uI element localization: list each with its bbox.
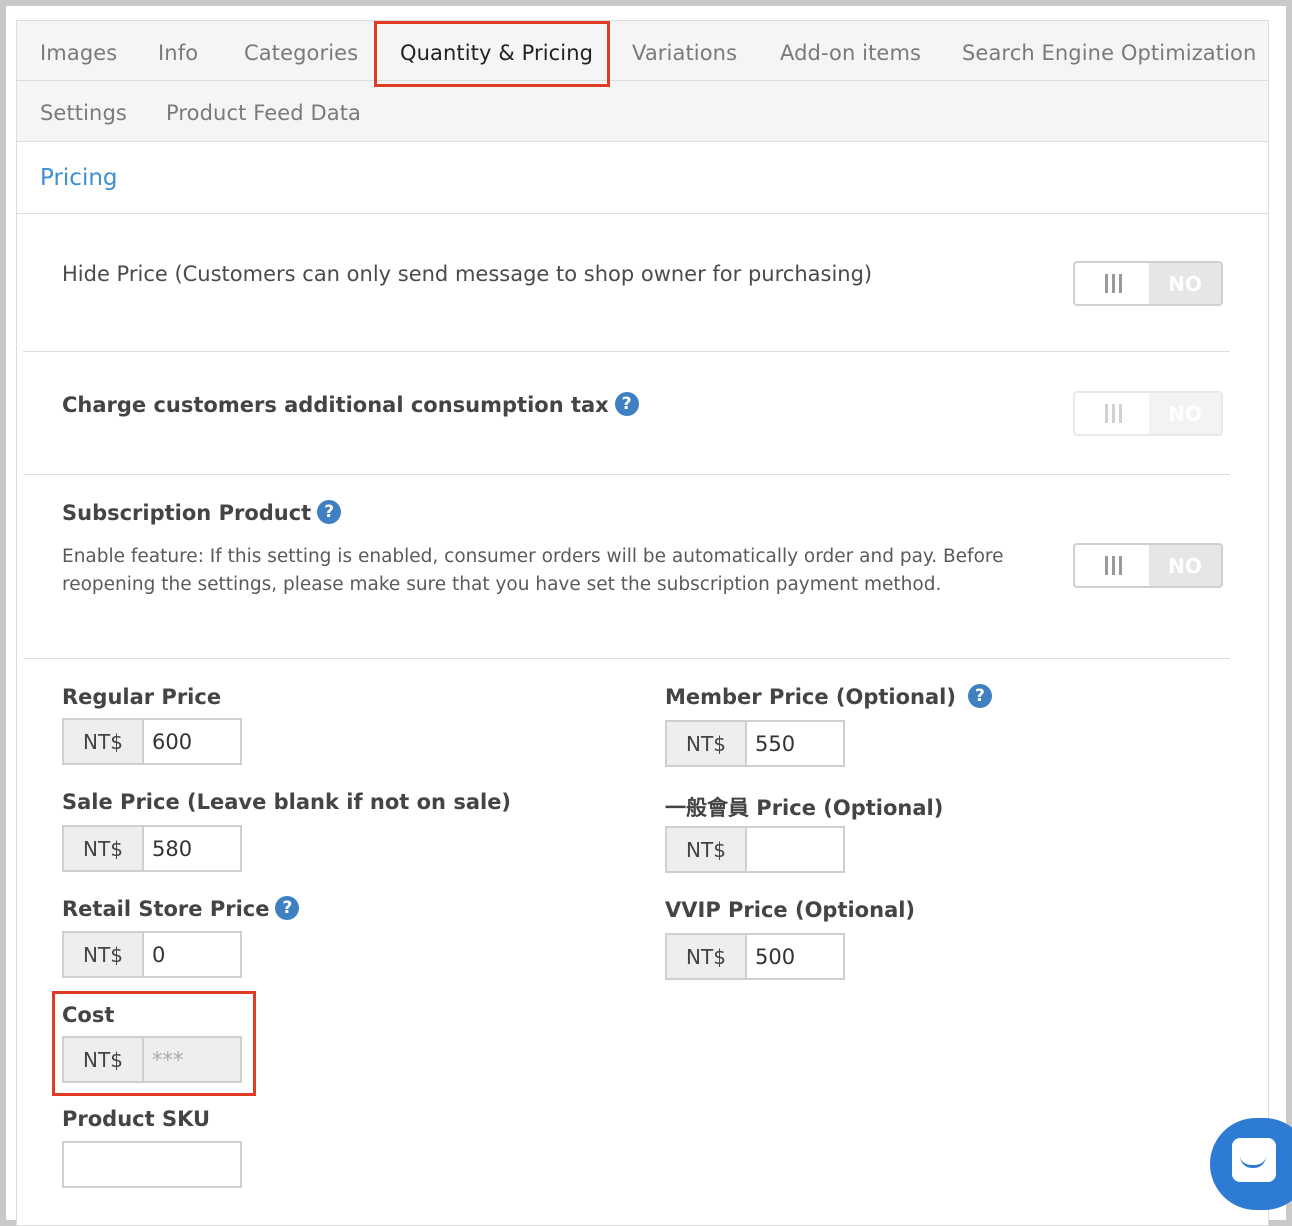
toggle-handle [1075,393,1151,434]
subscription-text: Subscription Product [62,501,312,525]
chat-icon [1232,1138,1276,1182]
hide-price-toggle[interactable]: NO [1073,261,1223,306]
tab-quantity-pricing[interactable]: Quantity & Pricing [400,21,593,81]
vvip-price-field: NT$ [665,933,845,980]
currency-addon: NT$ [64,720,144,763]
currency-addon: NT$ [64,827,144,870]
regular-price-input[interactable] [144,720,240,763]
toggle-state: NO [1149,393,1221,434]
vvip-price-label: VVIP Price (Optional) [665,898,916,922]
tab-add-on-items[interactable]: Add-on items [780,21,921,81]
general-member-price-field: NT$ [665,826,845,873]
sale-price-label: Sale Price (Leave blank if not on sale) [62,790,512,814]
retail-price-text: Retail Store Price [62,897,270,921]
currency-addon: NT$ [667,828,747,871]
chat-launcher-button[interactable] [1210,1118,1292,1210]
consumption-tax-toggle[interactable]: NO [1073,391,1223,436]
sku-label: Product SKU [62,1107,211,1131]
retail-price-input[interactable] [144,933,240,976]
subscription-label: Subscription Product? [62,500,342,526]
sku-field [62,1141,242,1188]
subscription-toggle[interactable]: NO [1073,543,1223,588]
subscription-desc-line2: reopening the settings, please make sure… [62,574,942,595]
tab-row-2: Settings Product Feed Data [17,81,1268,141]
sku-input[interactable] [64,1143,240,1186]
help-icon[interactable]: ? [614,392,639,416]
divider [23,351,1230,352]
tab-product-feed-data[interactable]: Product Feed Data [166,81,361,141]
general-member-price-label: 一般會員 Price (Optional) [665,796,944,820]
cost-input [144,1038,240,1081]
subscription-desc-line1: Enable feature: If this setting is enabl… [62,546,1004,567]
tab-variations[interactable]: Variations [632,21,737,81]
sale-price-field: NT$ [62,825,242,872]
help-icon[interactable]: ? [967,684,992,708]
tab-row-1: Images Info Categories Quantity & Pricin… [17,21,1268,81]
tab-settings[interactable]: Settings [40,81,127,141]
currency-addon: NT$ [667,722,747,765]
consumption-tax-label: Charge customers additional consumption … [62,392,639,418]
tab-seo[interactable]: Search Engine Optimization [962,21,1256,81]
toggle-state: NO [1149,545,1221,586]
retail-price-label: Retail Store Price? [62,896,300,922]
tab-images[interactable]: Images [40,21,117,81]
section-title-pricing: Pricing [17,142,1268,214]
tab-categories[interactable]: Categories [244,21,358,81]
toggle-handle [1075,263,1151,304]
currency-addon: NT$ [667,935,747,978]
toggle-handle [1075,545,1151,586]
regular-price-label: Regular Price [62,685,222,709]
tab-info[interactable]: Info [158,21,198,81]
member-price-input[interactable] [747,722,843,765]
member-price-text: Member Price (Optional) [665,685,956,709]
help-icon[interactable]: ? [275,896,300,920]
sale-price-input[interactable] [144,827,240,870]
divider [23,658,1230,659]
subscription-description: Enable feature: If this setting is enabl… [62,543,1052,599]
help-icon[interactable]: ? [317,500,342,524]
tab-bar: Images Info Categories Quantity & Pricin… [17,21,1268,142]
vvip-price-input[interactable] [747,935,843,978]
currency-addon: NT$ [64,933,144,976]
cost-label: Cost [62,1003,115,1027]
cost-field: NT$ [62,1036,242,1083]
regular-price-field: NT$ [62,718,242,765]
general-member-price-input[interactable] [747,828,843,871]
toggle-state: NO [1149,263,1221,304]
consumption-tax-text: Charge customers additional consumption … [62,393,609,417]
divider [23,474,1230,475]
member-price-label: Member Price (Optional)? [665,684,992,710]
hide-price-label: Hide Price (Customers can only send mess… [62,262,873,286]
currency-addon: NT$ [64,1038,144,1081]
member-price-field: NT$ [665,720,845,767]
retail-price-field: NT$ [62,931,242,978]
